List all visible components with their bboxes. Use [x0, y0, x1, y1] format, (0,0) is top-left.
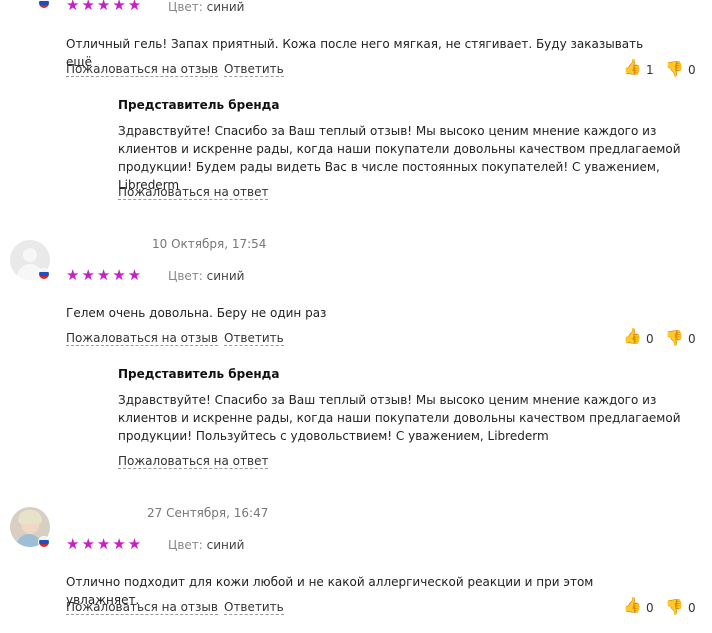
- rating-stars: ★★★★★: [66, 0, 144, 14]
- thumbs-up-icon[interactable]: 👍: [623, 329, 642, 344]
- thumbs-up-icon[interactable]: 👍: [623, 60, 642, 75]
- color-value: синий: [206, 269, 245, 283]
- votes: 👍 0 👎 0: [620, 329, 700, 349]
- rating-stars: ★★★★★: [66, 266, 144, 284]
- brand-reply-text: Здравствуйте! Спасибо за Ваш теплый отзы…: [118, 393, 681, 443]
- report-answer-link[interactable]: Пожаловаться на ответ: [118, 185, 269, 200]
- color-value: синий: [206, 0, 245, 14]
- reply-link[interactable]: Ответить: [224, 331, 284, 346]
- color-meta: Цвет: синий: [168, 269, 244, 283]
- report-answer-link[interactable]: Пожаловаться на ответ: [118, 454, 269, 469]
- likes-count: 0: [646, 601, 654, 615]
- color-label: Цвет:: [168, 538, 203, 552]
- thumbs-down-icon[interactable]: 👎: [665, 62, 684, 77]
- dislikes-count: 0: [688, 601, 696, 615]
- thumbs-down-icon[interactable]: 👎: [665, 331, 684, 346]
- report-review-link[interactable]: Пожаловаться на отзыв: [66, 331, 218, 346]
- likes-count: 1: [646, 63, 654, 77]
- thumbs-up-icon[interactable]: 👍: [623, 598, 642, 613]
- votes: 👍 0 👎 0: [620, 598, 700, 618]
- votes: 👍 1 👎 0: [620, 60, 700, 80]
- reply-link[interactable]: Ответить: [224, 62, 284, 77]
- review-date: 27 Сентября, 16:47: [147, 506, 269, 520]
- brand-reply-text: Здравствуйте! Спасибо за Ваш теплый отзы…: [118, 124, 681, 192]
- russia-flag-icon: [38, 0, 50, 9]
- dislikes-count: 0: [688, 332, 696, 346]
- color-label: Цвет:: [168, 269, 203, 283]
- color-meta: Цвет: синий: [168, 538, 244, 552]
- brand-rep-title: Представитель бренда: [118, 367, 280, 381]
- color-value: синий: [206, 538, 245, 552]
- russia-flag-icon: [38, 536, 50, 548]
- likes-count: 0: [646, 332, 654, 346]
- brand-rep-title: Представитель бренда: [118, 98, 280, 112]
- russia-flag-icon: [38, 268, 50, 280]
- report-review-link[interactable]: Пожаловаться на отзыв: [66, 600, 218, 615]
- review-text: Гелем очень довольна. Беру не один раз: [66, 306, 327, 320]
- color-label: Цвет:: [168, 0, 203, 14]
- color-meta: Цвет: синий: [168, 0, 244, 14]
- reply-link[interactable]: Ответить: [224, 600, 284, 615]
- thumbs-down-icon[interactable]: 👎: [665, 600, 684, 615]
- rating-stars: ★★★★★: [66, 535, 144, 553]
- review-date: 10 Октября, 17:54: [152, 237, 267, 251]
- review-item: ★★★★★ Цвет: синий Отличный гель! Запах п…: [0, 0, 712, 210]
- review-item: 27 Сентября, 16:47 ★★★★★ Цвет: синий Отл…: [0, 500, 712, 633]
- review-item: 10 Октября, 17:54 ★★★★★ Цвет: синий Геле…: [0, 232, 712, 472]
- report-review-link[interactable]: Пожаловаться на отзыв: [66, 62, 218, 77]
- dislikes-count: 0: [688, 63, 696, 77]
